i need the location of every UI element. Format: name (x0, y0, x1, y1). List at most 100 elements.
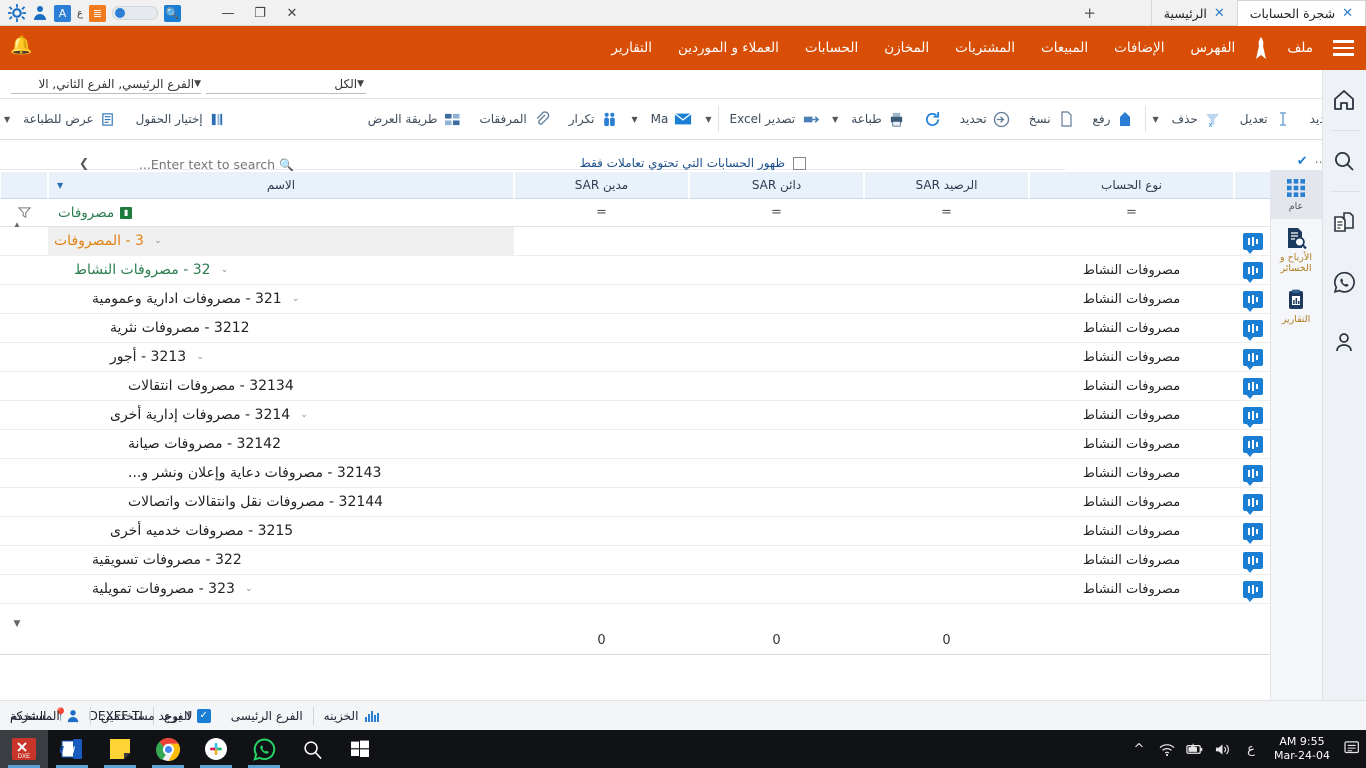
toolbar-refresh-button[interactable] (915, 98, 951, 140)
account-chart-icon[interactable] (1234, 575, 1272, 604)
toolbar-delete-button[interactable]: x حذف (1163, 98, 1231, 140)
cell-account-name[interactable]: ⌄3 - المصروفات (48, 227, 514, 256)
expand-chevron-icon[interactable]: ⌄ (290, 294, 302, 304)
user-icon[interactable] (32, 5, 48, 21)
volume-tray-icon[interactable] (1210, 730, 1236, 768)
menu-item-accounts[interactable]: الحسابات (792, 26, 871, 70)
account-chart-icon[interactable] (1234, 256, 1272, 285)
menu-item-customers-suppliers[interactable]: العملاء و الموردين (665, 26, 792, 70)
menu-item-file[interactable]: ملف (1274, 26, 1326, 70)
chevron-down-icon[interactable]: ▼ (194, 79, 201, 89)
column-header-debit[interactable]: مدين SAR (514, 171, 689, 199)
cell-account-name[interactable]: ⌄32134 - مصروفات انتقالات (48, 372, 514, 401)
delete-dropdown-caret[interactable]: ▼ (1148, 115, 1162, 124)
new-tab-button[interactable]: + (1083, 4, 1096, 22)
sidebar-item-reports[interactable]: التقارير (1270, 281, 1322, 332)
toolbar-print-button[interactable]: طباعة (842, 98, 914, 140)
account-chart-icon[interactable] (1234, 430, 1272, 459)
column-header-type[interactable]: نوع الحساب (1029, 171, 1234, 199)
toolbar-view-mode-button[interactable]: طريقة العرض (359, 98, 471, 140)
dexef-taskbar-icon[interactable]: DXE (0, 730, 48, 768)
status-treasury[interactable]: الخزينه (314, 705, 391, 727)
table-row[interactable]: مصروفات النشاط⌄323 - مصروفات تمويلية (0, 575, 1290, 604)
checkbox-box[interactable] (793, 157, 806, 170)
branch-multiselect[interactable]: ▼ الفرع الرئيسي, الفرع الثاني, الا (11, 74, 201, 94)
account-chart-icon[interactable] (1234, 343, 1272, 372)
toolbar-mail-button[interactable]: Ma (642, 98, 702, 140)
wifi-tray-icon[interactable] (1154, 730, 1180, 768)
sidebar-item-general[interactable]: عام (1270, 170, 1322, 219)
cell-account-name[interactable]: ⌄3215 - مصروفات خدميه أخرى (48, 517, 514, 546)
table-row[interactable]: مصروفات النشاط⌄322 - مصروفات تسويقية (0, 546, 1290, 575)
search-taskbar-icon[interactable] (288, 730, 336, 768)
toolbar-select-button[interactable]: تحديد (951, 98, 1020, 140)
branch-scope-select[interactable]: ▼ الكل (206, 74, 366, 94)
gear-icon[interactable] (8, 4, 26, 22)
account-chart-icon[interactable] (1234, 459, 1272, 488)
cell-account-name[interactable]: ⌄32144 - مصروفات نقل وانتقالات واتصالات (48, 488, 514, 517)
sidebar-item-profit-loss[interactable]: الأرباح و الخسائر (1270, 219, 1322, 281)
cell-account-name[interactable]: ⌄3214 - مصروفات إدارية أخرى (48, 401, 514, 430)
toolbar-attachments-button[interactable]: المرفقات (470, 98, 559, 140)
expand-chevron-icon[interactable]: ⌄ (152, 236, 164, 246)
tab-home[interactable]: ✕ الرئيسية (1151, 0, 1237, 26)
notification-bell-icon[interactable]: 🔔 (10, 35, 32, 56)
table-row[interactable]: مصروفات النشاط⌄32134 - مصروفات انتقالات (0, 372, 1290, 401)
table-row[interactable]: مصروفات النشاط⌄3213 - أجور (0, 343, 1290, 372)
menu-item-sales[interactable]: المبيعات (1028, 26, 1101, 70)
show-hidden-icons-chevron[interactable]: ^ (1126, 730, 1152, 768)
word-taskbar-icon[interactable]: W W (48, 730, 96, 768)
expand-chevron-icon[interactable]: ⌄ (298, 410, 310, 420)
battery-tray-icon[interactable] (1182, 730, 1208, 768)
filter-cell-debit[interactable]: = (514, 205, 689, 220)
filter-cell-type[interactable]: = (1029, 205, 1234, 220)
expand-chevron-icon[interactable]: ⌄ (243, 584, 255, 594)
account-chart-icon[interactable] (1234, 488, 1272, 517)
close-tab-icon[interactable]: ✕ (1342, 7, 1353, 20)
search-input[interactable] (13, 157, 275, 172)
table-row[interactable]: مصروفات النشاط⌄32144 - مصروفات نقل وانتق… (0, 488, 1290, 517)
rail-person-button[interactable] (1322, 312, 1366, 372)
language-tray-indicator[interactable]: ع (1238, 730, 1264, 768)
cell-account-name[interactable]: ⌄322 - مصروفات تسويقية (48, 546, 514, 575)
taskbar-clock[interactable]: 9:55 AM 04-Mar-24 (1266, 735, 1338, 764)
chrome-taskbar-icon[interactable] (144, 730, 192, 768)
duplicate-dropdown-caret[interactable]: ▼ (627, 115, 641, 124)
toolbar-edit-button[interactable]: تعديل (1231, 98, 1301, 140)
transactions-only-checkbox[interactable]: ظهور الحسابات التي تحتوي تعاملات فقط (580, 156, 806, 170)
table-row[interactable]: مصروفات النشاط⌄32142 - مصروفات صيانة (0, 430, 1290, 459)
cell-account-name[interactable]: ⌄32 - مصروفات النشاط (48, 256, 514, 285)
table-row[interactable]: مصروفات النشاط⌄3212 - مصروفات نثرية (0, 314, 1290, 343)
account-chart-icon[interactable] (1234, 285, 1272, 314)
table-row[interactable]: ⌄3 - المصروفات (0, 227, 1290, 256)
notifications-tray-icon[interactable] (1340, 730, 1366, 768)
table-row[interactable]: مصروفات النشاط⌄321 - مصروفات ادارية وعمو… (0, 285, 1290, 314)
rail-documents-button[interactable] (1322, 192, 1366, 252)
print-dropdown-caret[interactable]: ▼ (828, 115, 842, 124)
expand-panel-icon[interactable]: ❯ (79, 156, 89, 170)
tab-accounts-tree[interactable]: ✕ شجرة الحسابات (1237, 0, 1366, 26)
menu-item-addons[interactable]: الإضافات (1101, 26, 1177, 70)
cell-account-name[interactable]: ⌄321 - مصروفات ادارية وعمومية (48, 285, 514, 314)
account-chart-icon[interactable] (1234, 401, 1272, 430)
expand-chevron-icon[interactable]: ⌄ (219, 265, 231, 275)
expand-chevron-icon[interactable]: ⌄ (194, 352, 206, 362)
table-row[interactable]: مصروفات النشاط⌄3214 - مصروفات إدارية أخر… (0, 401, 1290, 430)
rail-home-button[interactable] (1322, 70, 1366, 130)
cell-account-name[interactable]: ⌄323 - مصروفات تمويلية (48, 575, 514, 604)
column-header-name[interactable]: ▼ الاسم (48, 171, 514, 199)
chevron-down-icon[interactable]: ▼ (357, 79, 364, 89)
account-chart-icon[interactable] (1234, 517, 1272, 546)
cell-account-name[interactable]: ⌄3213 - أجور (48, 343, 514, 372)
toolbar-duplicate-button[interactable]: تكرار (560, 98, 628, 140)
account-chart-icon[interactable] (1234, 227, 1272, 256)
table-row[interactable]: مصروفات النشاط⌄32 - مصروفات النشاط (0, 256, 1290, 285)
translate-icon[interactable]: A (54, 5, 71, 22)
account-chart-icon[interactable] (1234, 546, 1272, 575)
quick-filter-box[interactable]: ⌄ ⋯ ✔ (1065, 152, 1348, 172)
column-header-balance[interactable]: الرصيد SAR (864, 171, 1029, 199)
filter-cell-balance[interactable]: = (864, 205, 1029, 220)
slack-taskbar-icon[interactable] (192, 730, 240, 768)
toolbar-choose-fields-button[interactable]: إختيار الحقول (127, 98, 236, 140)
table-row[interactable]: مصروفات النشاط⌄3215 - مصروفات خدميه أخرى (0, 517, 1290, 546)
